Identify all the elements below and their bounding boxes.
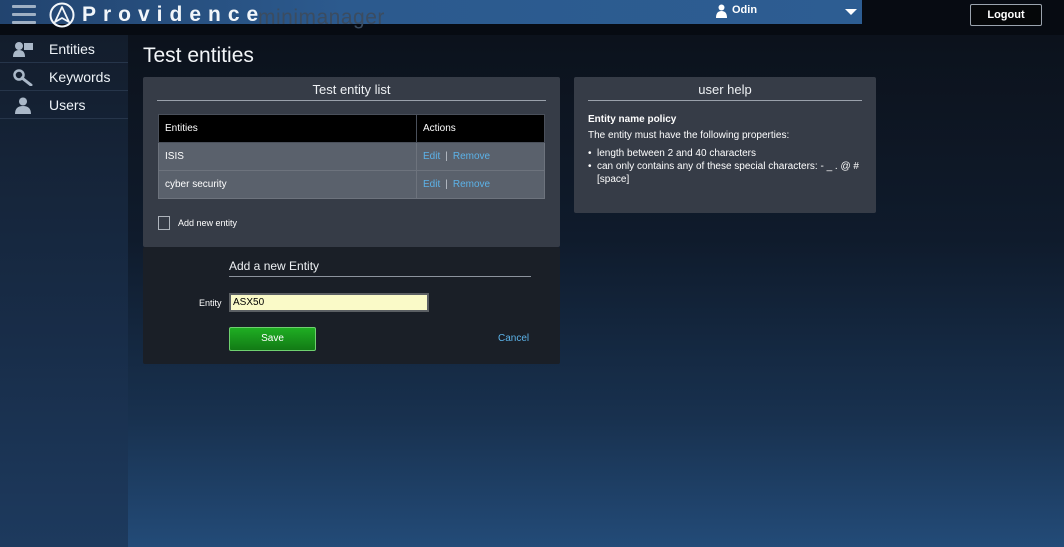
sidebar-item-entities[interactable]: Entities (0, 35, 128, 63)
row-actions: Edit | Remove (416, 142, 545, 171)
entity-list-panel: Test entity list Entities Actions ISIS E… (143, 77, 560, 247)
main-content: Test entities Test entity list Entities … (128, 35, 1064, 547)
help-rules-list: length between 2 and 40 characters can o… (588, 147, 868, 186)
column-header-actions: Actions (416, 114, 545, 143)
sidebar-item-label: Keywords (49, 69, 111, 85)
chevron-down-icon (845, 9, 857, 15)
panel-title: Test entity list (157, 82, 546, 101)
add-entity-form: Add a new Entity Entity Save Cancel (143, 247, 560, 364)
add-new-entity-label: Add new entity (178, 218, 238, 228)
users-icon (15, 97, 31, 114)
keywords-icon (13, 69, 33, 86)
entity-name-input[interactable] (229, 293, 429, 312)
user-icon (716, 4, 727, 18)
save-button[interactable]: Save (229, 327, 316, 351)
row-actions: Edit | Remove (416, 170, 545, 199)
action-separator: | (445, 151, 448, 162)
user-help-panel: user help Entity name policy The entity … (574, 77, 876, 213)
hamburger-menu-icon[interactable] (12, 5, 36, 25)
help-rule: can only contains any of these special c… (588, 160, 868, 186)
panel-title: user help (588, 82, 862, 101)
help-rule: length between 2 and 40 characters (588, 147, 868, 160)
user-name: Odin (732, 4, 758, 16)
sidebar-item-keywords[interactable]: Keywords (0, 63, 128, 91)
entity-name: cyber security (158, 170, 417, 199)
entity-field-label: Entity (199, 298, 222, 308)
page-title: Test entities (143, 44, 254, 67)
edit-link[interactable]: Edit (423, 179, 440, 190)
action-separator: | (445, 179, 448, 190)
cancel-link[interactable]: Cancel (498, 333, 529, 344)
help-intro: The entity must have the following prope… (588, 130, 790, 141)
remove-link[interactable]: Remove (453, 179, 490, 190)
table-row: cyber security Edit | Remove (158, 170, 545, 199)
form-title: Add a new Entity (229, 259, 531, 277)
brand-name: Providence (82, 3, 266, 26)
table-row: ISIS Edit | Remove (158, 142, 545, 171)
sidebar: Entities Keywords Users (0, 35, 128, 547)
edit-link[interactable]: Edit (423, 151, 440, 162)
app-subtitle: minimanager (258, 6, 385, 29)
providence-logo-icon (49, 2, 75, 28)
user-menu-dropdown[interactable]: Odin (716, 3, 861, 21)
entity-name: ISIS (158, 142, 417, 171)
entities-icon (13, 42, 33, 57)
sidebar-item-users[interactable]: Users (0, 91, 128, 119)
sidebar-item-label: Entities (49, 41, 95, 57)
logout-button[interactable]: Logout (970, 4, 1042, 26)
column-header-entities: Entities (158, 114, 417, 143)
sidebar-item-label: Users (49, 97, 86, 113)
help-heading: Entity name policy (588, 114, 677, 125)
entity-table: Entities Actions ISIS Edit | Remove cyber … (158, 114, 545, 199)
add-new-entity-checkbox[interactable] (158, 216, 170, 230)
top-bar: Providence minimanager Odin Logout (0, 0, 1064, 35)
remove-link[interactable]: Remove (453, 151, 490, 162)
